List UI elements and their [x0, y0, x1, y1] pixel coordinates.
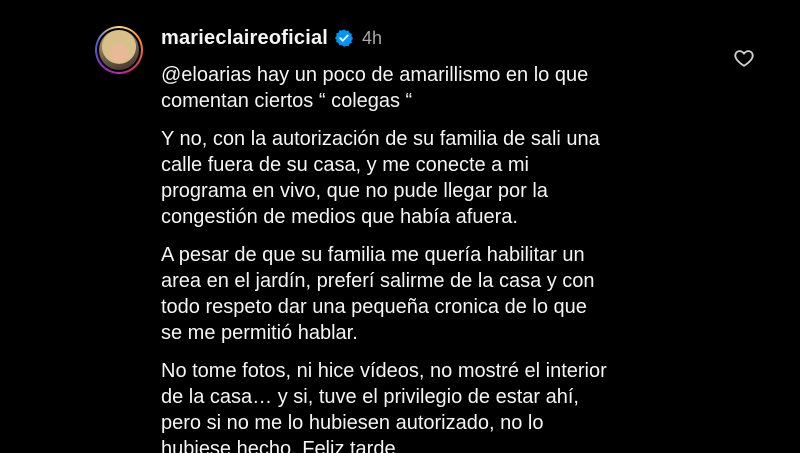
comment-timestamp: 4h [362, 27, 383, 48]
comment-paragraph: Y no, con la autorización de su familia … [161, 128, 600, 228]
comment: marieclaireoficial 4h @eloarias hay un p… [0, 0, 800, 453]
comment-paragraph: No tome fotos, ni hice vídeos, no mostré… [161, 360, 607, 453]
comment-paragraph: A pesar de que su familia me quería habi… [161, 244, 595, 344]
avatar-photo [99, 30, 139, 70]
heart-icon[interactable] [733, 47, 755, 69]
comment-paragraph: @eloarias hay un poco de amarillismo en … [161, 64, 589, 112]
verified-badge-icon [334, 29, 354, 47]
comment-text: @eloarias hay un poco de amarillismo en … [161, 62, 721, 453]
avatar-ring-gap [97, 28, 141, 72]
username[interactable]: marieclaireoficial [161, 27, 328, 50]
comment-header: marieclaireoficial 4h [161, 25, 382, 51]
avatar[interactable] [95, 26, 143, 74]
